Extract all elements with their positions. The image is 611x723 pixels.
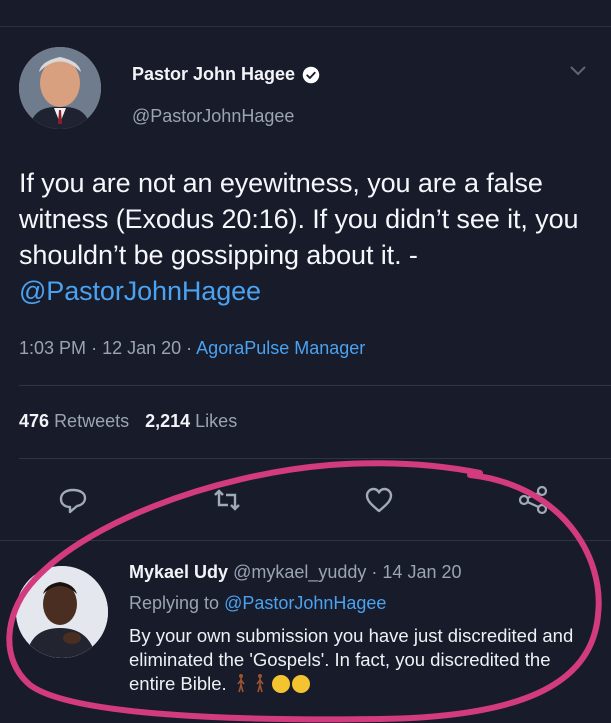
replying-prefix: Replying to xyxy=(129,593,220,613)
chevron-down-icon[interactable] xyxy=(568,60,588,80)
tweet-source-link[interactable]: AgoraPulse Manager xyxy=(196,338,365,358)
replying-to-link[interactable]: @PastorJohnHagee xyxy=(224,593,386,613)
likes-stat[interactable]: 2,214 Likes xyxy=(145,411,237,432)
verified-badge-icon xyxy=(302,66,320,83)
reply-author-handle[interactable]: @mykael_yuddy xyxy=(233,562,366,582)
divider-meta xyxy=(19,385,611,386)
reply-body: By your own submission you have just dis… xyxy=(129,625,574,695)
likes-label: Likes xyxy=(195,411,238,431)
heart-icon[interactable] xyxy=(362,483,396,517)
reply-header: Mykael Udy @mykael_yuddy · 14 Jan 20 xyxy=(129,562,462,583)
retweets-count: 476 xyxy=(19,411,50,431)
tweet-meta: 1:03 PM · 12 Jan 20 · AgoraPulse Manager xyxy=(19,338,365,359)
reply-avatar[interactable] xyxy=(16,566,108,658)
reply-icon[interactable] xyxy=(56,483,90,517)
share-icon[interactable] xyxy=(516,483,550,517)
retweet-icon[interactable] xyxy=(210,483,244,517)
retweets-label: Retweets xyxy=(54,411,130,431)
walking-person-icon xyxy=(256,674,264,693)
meta-separator: · xyxy=(91,338,103,358)
meta-separator-2: · xyxy=(186,338,197,358)
tweet-date: 12 Jan 20 xyxy=(102,338,182,358)
reply-author-name[interactable]: Mykael Udy xyxy=(129,562,228,582)
tweet-mention-link[interactable]: @PastorJohnHagee xyxy=(19,276,261,306)
avatar[interactable] xyxy=(19,47,101,129)
retweets-stat[interactable]: 476 Retweets xyxy=(19,411,129,432)
reply-date: 14 Jan 20 xyxy=(382,562,462,582)
top-divider xyxy=(0,26,611,27)
author-name[interactable]: Pastor John Hagee xyxy=(132,64,295,85)
tweet-stats: 476 Retweets 2,214 Likes xyxy=(19,411,237,432)
replying-to-line: Replying to @PastorJohnHagee xyxy=(129,593,386,614)
walking-person-icon xyxy=(237,674,245,693)
divider-stats xyxy=(19,458,611,459)
tweet-screen: Pastor John Hagee @PastorJohnHagee If yo… xyxy=(0,0,611,723)
tweet-text: If you are not an eyewitness, you are a … xyxy=(19,166,594,310)
reply-text: By your own submission you have just dis… xyxy=(129,624,599,696)
grimacing-face-icon xyxy=(272,675,291,694)
tweet-time: 1:03 PM xyxy=(19,338,87,358)
reply-meta-separator: · xyxy=(371,562,383,582)
author-handle[interactable]: @PastorJohnHagee xyxy=(132,106,294,127)
divider-actions xyxy=(0,540,611,541)
author-name-row[interactable]: Pastor John Hagee xyxy=(132,64,320,85)
likes-count: 2,214 xyxy=(145,411,191,431)
avatar-image xyxy=(19,47,101,129)
smirking-face-icon xyxy=(292,675,311,694)
reply-avatar-image xyxy=(16,566,108,658)
tweet-body: If you are not an eyewitness, you are a … xyxy=(19,168,579,270)
